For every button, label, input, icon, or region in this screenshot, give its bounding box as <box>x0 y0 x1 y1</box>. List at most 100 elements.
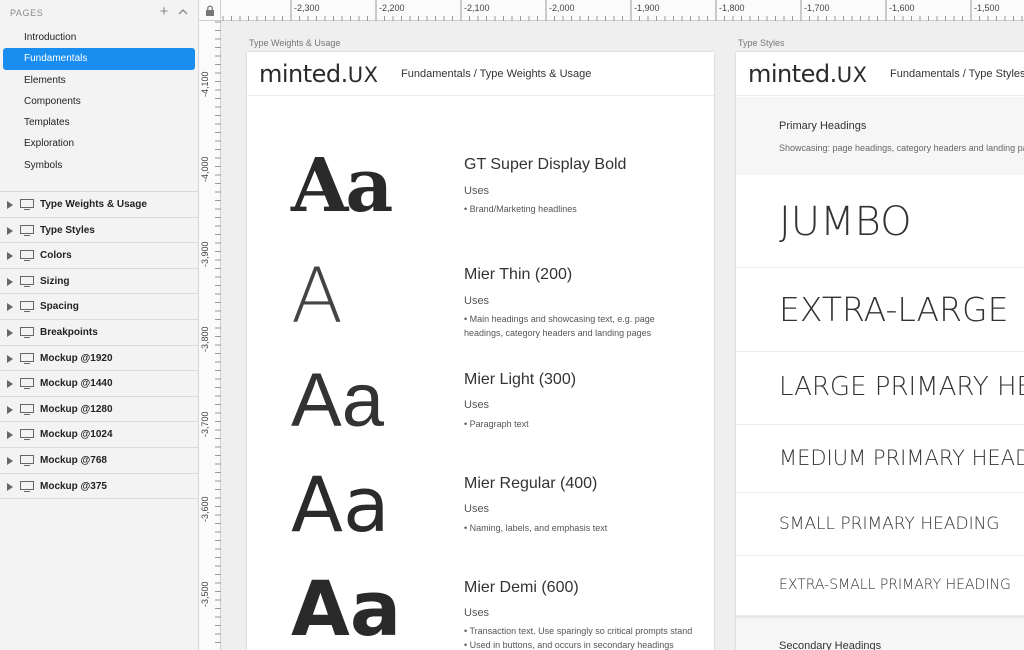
ruler-label: -3,500 <box>200 581 210 607</box>
type-sample-mier-demi: Aa <box>291 564 402 650</box>
artboard-title-type-weights[interactable]: Type Weights & Usage <box>249 38 340 48</box>
usage-bullet: • Main headings and showcasing text, e.g… <box>464 314 655 324</box>
ruler-label: -3,900 <box>200 241 210 267</box>
layer-label: Breakpoints <box>40 326 98 338</box>
logo-ux-text: UX <box>836 63 868 87</box>
expand-arrow-icon[interactable] <box>7 405 13 414</box>
layer-label: Type Weights & Usage <box>40 199 147 210</box>
expand-arrow-icon[interactable] <box>7 354 13 363</box>
page-item-exploration[interactable]: Exploration <box>3 133 195 154</box>
type-sample-mier-light: Aa <box>291 358 384 443</box>
expand-arrow-icon[interactable] <box>7 456 13 465</box>
chevron-up-icon[interactable] <box>176 5 190 19</box>
layer-type-styles[interactable]: Type Styles <box>0 218 198 244</box>
horizontal-ruler[interactable]: -2,300 -2,200 -2,100 -2,000 -1,900 -1,80… <box>221 0 1024 21</box>
type-sample-mier-regular: Aa <box>291 460 390 549</box>
breadcrumb: Fundamentals / Type Weights & Usage <box>401 68 592 80</box>
ruler-label: -3,800 <box>200 326 210 352</box>
font-name: Mier Regular (400) <box>464 475 598 492</box>
expand-arrow-icon[interactable] <box>7 303 13 312</box>
canvas[interactable]: Type Weights & Usage Type Styles minted.… <box>221 21 1024 650</box>
artboard-icon <box>20 199 34 210</box>
layer-mockup-1024[interactable]: Mockup @1024 <box>0 422 198 448</box>
layer-mockup-1920[interactable]: Mockup @1920 <box>0 346 198 372</box>
layer-mockup-1440[interactable]: Mockup @1440 <box>0 371 198 397</box>
layer-label: Mockup @1440 <box>40 378 113 390</box>
section-description: Showcasing: page headings, category head… <box>779 143 1024 153</box>
heading-text: EXTRA-SMALL PRIMARY HEADING <box>779 577 1011 593</box>
expand-arrow-icon[interactable] <box>7 431 13 440</box>
artboard-icon <box>20 429 34 441</box>
layer-sizing[interactable]: Sizing <box>0 269 198 295</box>
usage-bullet: • Brand/Marketing headlines <box>464 204 577 214</box>
font-name: GT Super Display Bold <box>464 156 627 173</box>
page-item-templates[interactable]: Templates <box>3 112 195 133</box>
uses-label: Uses <box>464 607 490 619</box>
expand-arrow-icon[interactable] <box>7 226 13 235</box>
expand-arrow-icon[interactable] <box>7 201 13 209</box>
pages-title: PAGES <box>10 8 44 18</box>
uses-label: Uses <box>464 185 490 197</box>
type-sample-mier-thin: A <box>291 251 343 340</box>
artboard-header: minted.UX Fundamentals / Type Weights & … <box>247 52 714 96</box>
usage-bullet: • Used in buttons, and occurs in seconda… <box>464 640 674 650</box>
layer-spacing[interactable]: Spacing <box>0 294 198 320</box>
layer-label: Sizing <box>40 275 70 287</box>
artboard-icon <box>20 378 34 390</box>
expand-arrow-icon[interactable] <box>7 482 13 491</box>
layer-type-weights-usage[interactable]: Type Weights & Usage <box>0 192 198 218</box>
artboard-type-weights[interactable]: minted.UX Fundamentals / Type Weights & … <box>247 52 714 650</box>
minted-ux-logo: minted.UX <box>748 60 868 88</box>
pages-header: PAGES + <box>0 0 198 26</box>
artboard-icon <box>20 224 34 236</box>
page-item-elements[interactable]: Elements <box>3 70 195 91</box>
layer-mockup-1280[interactable]: Mockup @1280 <box>0 397 198 423</box>
heading-sample-medium: MEDIUM PRIMARY HEADING <box>736 425 1024 493</box>
page-item-introduction[interactable]: Introduction <box>3 27 195 48</box>
layer-mockup-768[interactable]: Mockup @768 <box>0 448 198 474</box>
lock-icon[interactable] <box>205 5 215 16</box>
pages-list: Introduction Fundamentals Elements Compo… <box>0 27 198 176</box>
artboard-header: minted.UX Fundamentals / Type Styles <box>736 52 1024 96</box>
layer-label: Mockup @1024 <box>40 429 113 441</box>
heading-text: MEDIUM PRIMARY HEADING <box>779 446 1024 470</box>
artboard-title-type-styles[interactable]: Type Styles <box>738 38 785 48</box>
expand-arrow-icon[interactable] <box>7 277 13 286</box>
page-item-fundamentals[interactable]: Fundamentals <box>3 48 195 70</box>
layer-label: Mockup @375 <box>40 480 107 492</box>
artboard-icon <box>20 403 34 415</box>
usage-bullet: • Naming, labels, and emphasis text <box>464 523 608 533</box>
heading-text: LARGE PRIMARY HEADING <box>779 372 1024 402</box>
layers-list: Type Weights & Usage Type Styles Colors … <box>0 191 198 500</box>
layer-mockup-375[interactable]: Mockup @375 <box>0 474 198 500</box>
uses-label: Uses <box>464 503 490 515</box>
font-name: Mier Demi (600) <box>464 579 579 596</box>
add-page-icon[interactable]: + <box>157 4 171 19</box>
page-item-components[interactable]: Components <box>3 91 195 112</box>
layer-colors[interactable]: Colors <box>0 243 198 269</box>
logo-text: minted. <box>748 60 837 88</box>
heading-sample-small: SMALL PRIMARY HEADING <box>736 493 1024 556</box>
artboard-icon <box>20 480 34 492</box>
layer-label: Mockup @1920 <box>40 352 113 364</box>
heading-sample-extra-small: EXTRA-SMALL PRIMARY HEADING <box>736 556 1024 616</box>
layer-label: Mockup @768 <box>40 454 107 466</box>
ruler-corner <box>199 0 221 21</box>
usage-bullet: • Transaction text. Use sparingly so cri… <box>464 626 693 636</box>
heading-sample-extra-large: EXTRA-LARGE <box>736 268 1024 352</box>
logo-text: minted. <box>259 60 348 88</box>
layer-breakpoints[interactable]: Breakpoints <box>0 320 198 346</box>
artboard-type-styles[interactable]: minted.UX Fundamentals / Type Styles Pri… <box>736 52 1024 650</box>
breadcrumb: Fundamentals / Type Styles <box>890 68 1024 80</box>
vertical-ruler[interactable]: -4,100 -4,000 -3,900 -3,800 -3,700 -3,60… <box>199 21 221 650</box>
ruler-label: -2,300 <box>294 3 320 13</box>
page-item-symbols[interactable]: Symbols <box>3 155 195 176</box>
font-name: Mier Light (300) <box>464 371 577 388</box>
expand-arrow-icon[interactable] <box>7 328 13 337</box>
layer-label: Spacing <box>40 301 79 313</box>
sidebar: PAGES + Introduction Fundamentals Elemen… <box>0 0 199 650</box>
expand-arrow-icon[interactable] <box>7 380 13 389</box>
expand-arrow-icon[interactable] <box>7 252 13 261</box>
artboard-icon <box>20 301 34 313</box>
ruler-label: -1,600 <box>889 3 915 13</box>
